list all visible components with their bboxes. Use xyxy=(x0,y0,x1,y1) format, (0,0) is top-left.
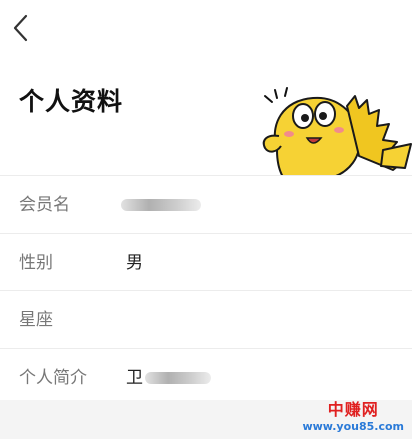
redacted-value xyxy=(121,199,201,211)
profile-row-gender[interactable]: 性别 男 xyxy=(0,234,412,292)
back-button[interactable] xyxy=(6,8,40,46)
profile-row-nickname[interactable]: 会员名 xyxy=(0,176,412,234)
row-label: 个人简介 xyxy=(19,368,87,388)
watermark-url: www.you85.com xyxy=(302,420,404,433)
redacted-value xyxy=(145,372,211,384)
row-value: 男 xyxy=(126,253,143,273)
row-value: 卫 xyxy=(126,368,143,388)
row-label: 星座 xyxy=(19,310,53,330)
profile-row-zodiac[interactable]: 星座 xyxy=(0,291,412,349)
mascot-image xyxy=(262,87,412,176)
watermark: 中赚网 www.you85.com xyxy=(302,400,404,433)
chevron-left-icon xyxy=(13,14,28,42)
profile-row-bio[interactable]: 个人简介 卫 xyxy=(0,349,412,407)
watermark-title: 中赚网 xyxy=(327,400,379,419)
page-title: 个人资料 xyxy=(19,87,124,116)
row-label: 性别 xyxy=(19,253,53,273)
row-label: 会员名 xyxy=(19,195,70,215)
